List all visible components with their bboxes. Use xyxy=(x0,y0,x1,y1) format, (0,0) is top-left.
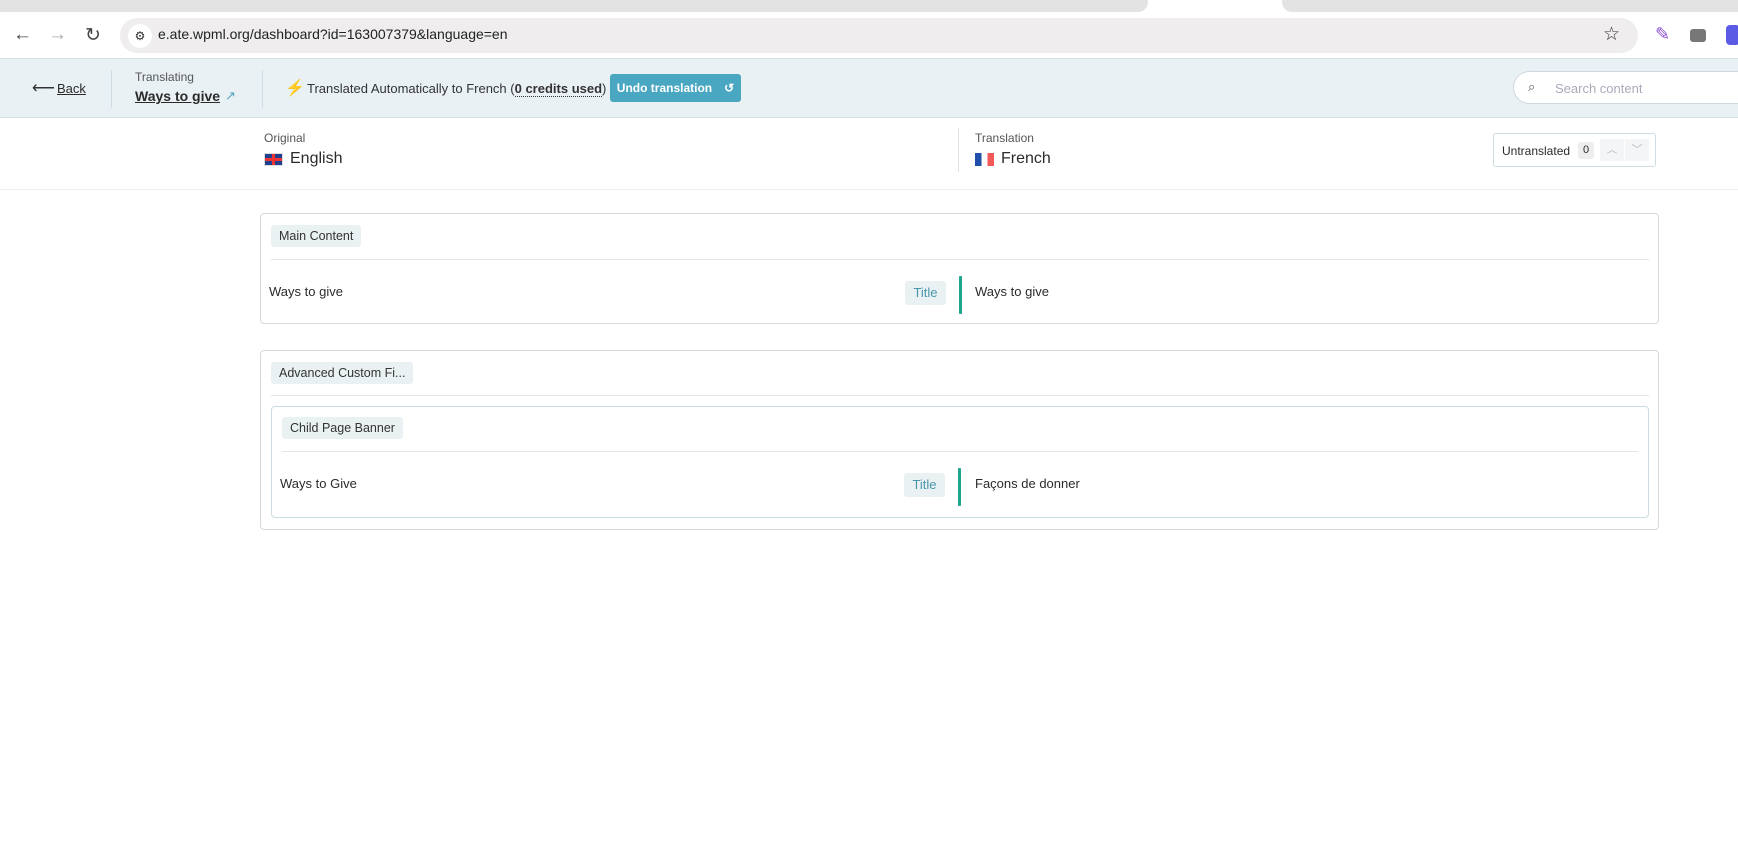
france-flag-icon xyxy=(975,153,994,166)
credits-used[interactable]: 0 credits used xyxy=(514,81,603,97)
undo-label: Undo translation xyxy=(616,81,713,95)
divider xyxy=(0,189,1738,190)
status-text: Translated Automatically to French ( xyxy=(307,81,515,96)
subsection-tag: Child Page Banner xyxy=(282,417,403,439)
divider xyxy=(271,259,1649,260)
original-label: Original xyxy=(264,131,306,145)
source-text[interactable]: Ways to give xyxy=(269,284,343,299)
translation-status: Translated Automatically to French (0 cr… xyxy=(307,81,607,97)
subsection-child-page-banner: Child Page Banner Ways to Give Title Faç… xyxy=(271,406,1649,518)
browser-tab[interactable] xyxy=(1282,0,1738,12)
original-language: English xyxy=(290,150,343,167)
translating-label: Translating xyxy=(135,70,194,84)
page-title-link[interactable]: Ways to give xyxy=(135,88,220,104)
translated-status-bar xyxy=(958,468,961,506)
search-icon: ⌕ xyxy=(1528,79,1536,94)
divider xyxy=(958,128,959,172)
translated-status-bar xyxy=(959,276,962,314)
translation-text[interactable]: Façons de donner xyxy=(975,476,1080,491)
editor-header xyxy=(0,58,1738,118)
uk-flag-icon xyxy=(264,153,283,166)
bookmark-star-icon[interactable]: ☆ xyxy=(1603,23,1620,46)
site-settings-icon[interactable]: ⚙ xyxy=(128,24,152,48)
divider xyxy=(282,451,1638,452)
field-type-tag: Title xyxy=(905,281,946,305)
search-input[interactable]: ⌕ Search content xyxy=(1513,71,1738,104)
camera-extension-icon[interactable] xyxy=(1690,29,1706,42)
untranslated-label: Untranslated xyxy=(1502,144,1571,158)
lightning-icon: ⚡ xyxy=(285,80,305,97)
translation-text[interactable]: Ways to give xyxy=(975,284,1049,299)
divider xyxy=(271,395,1649,396)
url-text[interactable]: e.ate.wpml.org/dashboard?id=163007379&la… xyxy=(158,26,508,42)
back-arrow-icon[interactable]: ⟵ xyxy=(32,78,55,98)
back-link[interactable]: Back xyxy=(57,81,86,96)
divider xyxy=(262,70,263,108)
untranslated-count: 0 xyxy=(1578,142,1594,159)
search-placeholder: Search content xyxy=(1555,81,1643,96)
section-main-content: Main Content Ways to give Title Ways to … xyxy=(260,213,1659,324)
field-type-tag: Title xyxy=(904,473,945,497)
previous-untranslated-button[interactable]: ︿ xyxy=(1600,139,1624,161)
translation-language: French xyxy=(1001,150,1051,167)
browser-forward-icon[interactable]: → xyxy=(48,24,67,46)
source-text[interactable]: Ways to Give xyxy=(280,476,357,491)
section-tag: Advanced Custom Fi... xyxy=(271,362,414,384)
translation-label: Translation xyxy=(975,131,1034,145)
external-link-icon[interactable]: ↗ xyxy=(225,88,236,104)
undo-icon: ↺ xyxy=(724,81,735,95)
undo-translation-button[interactable]: Undo translation ↺ xyxy=(610,74,741,102)
untranslated-navigator: Untranslated 0 ︿ ﹀ xyxy=(1493,133,1656,167)
extension-icon[interactable] xyxy=(1726,25,1738,45)
section-tag: Main Content xyxy=(271,225,362,247)
section-acf: Advanced Custom Fi... Child Page Banner … xyxy=(260,350,1659,530)
browser-reload-icon[interactable]: ↻ xyxy=(85,24,101,47)
divider xyxy=(111,70,112,108)
next-untranslated-button[interactable]: ﹀ xyxy=(1625,139,1649,161)
status-text: ) xyxy=(602,81,607,96)
browser-back-icon[interactable]: ← xyxy=(13,24,32,46)
browser-tab[interactable] xyxy=(0,0,1148,12)
quill-extension-icon[interactable]: ✎ xyxy=(1655,24,1670,45)
